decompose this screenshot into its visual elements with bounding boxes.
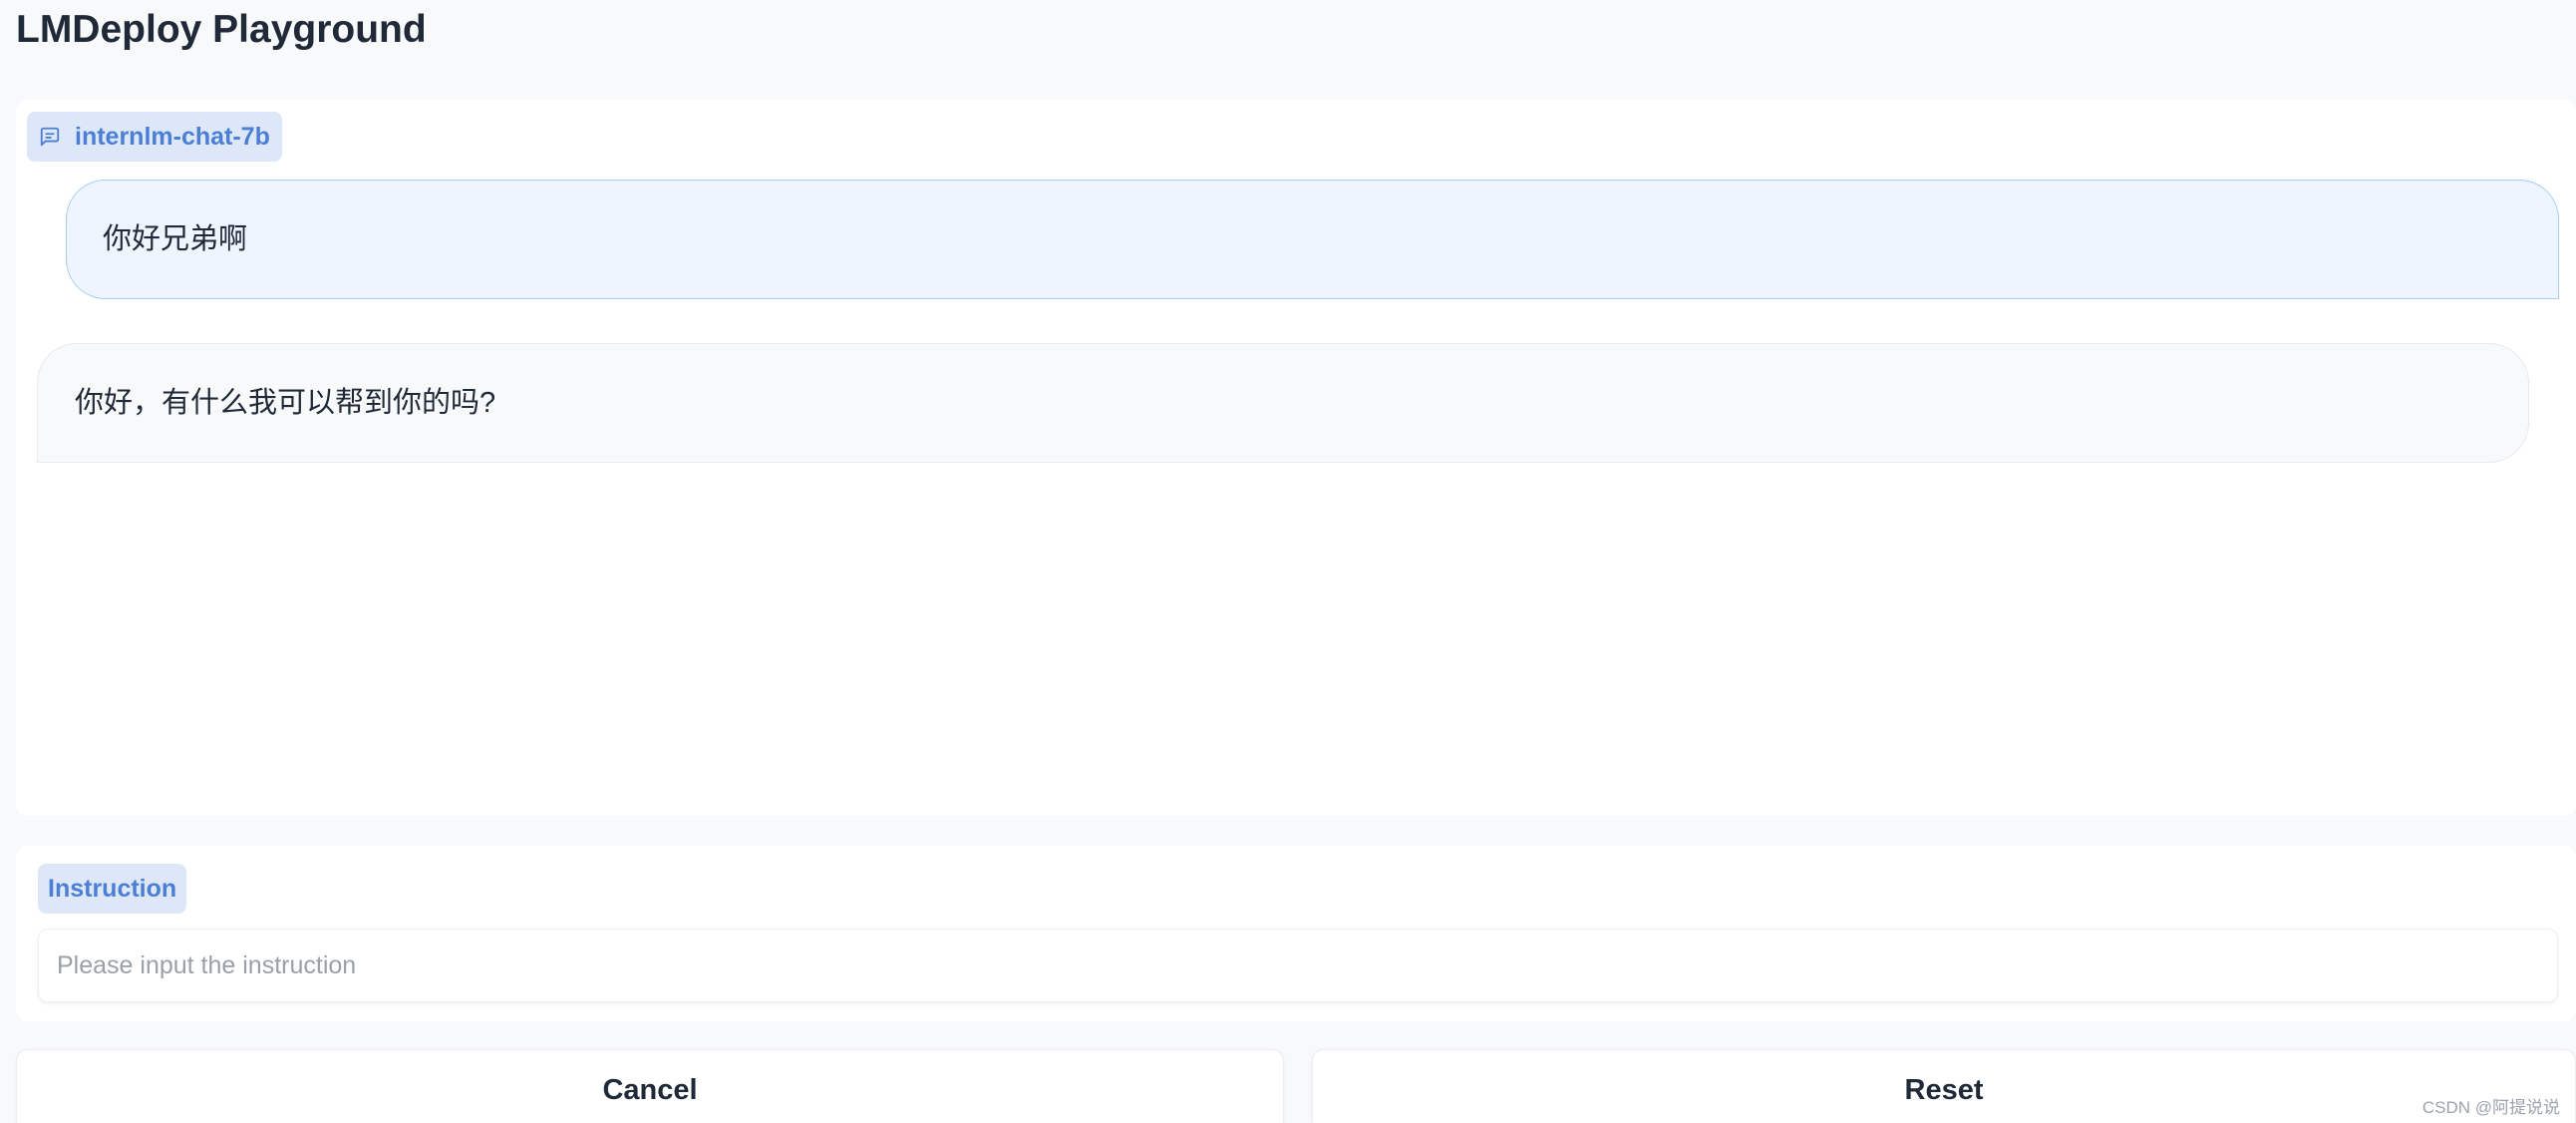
watermark: CSDN @阿提说说 [2421,1098,2560,1117]
instruction-input[interactable] [38,929,2558,1002]
reset-button[interactable]: Reset [1312,1049,2576,1123]
chatbot-model-label: internlm-chat-7b [27,112,282,162]
instruction-label: Instruction [38,864,187,914]
chat-bubble-icon [39,126,61,148]
page-title: LMDeploy Playground [16,8,427,51]
assistant-message: 你好，有什么我可以帮到你的吗? [37,343,2529,463]
user-message-text: 你好兄弟啊 [103,223,248,255]
cancel-button[interactable]: Cancel [16,1049,1284,1123]
model-name: internlm-chat-7b [75,122,270,151]
user-message: 你好兄弟啊 [66,180,2559,299]
assistant-message-text: 你好，有什么我可以帮到你的吗? [75,387,496,419]
